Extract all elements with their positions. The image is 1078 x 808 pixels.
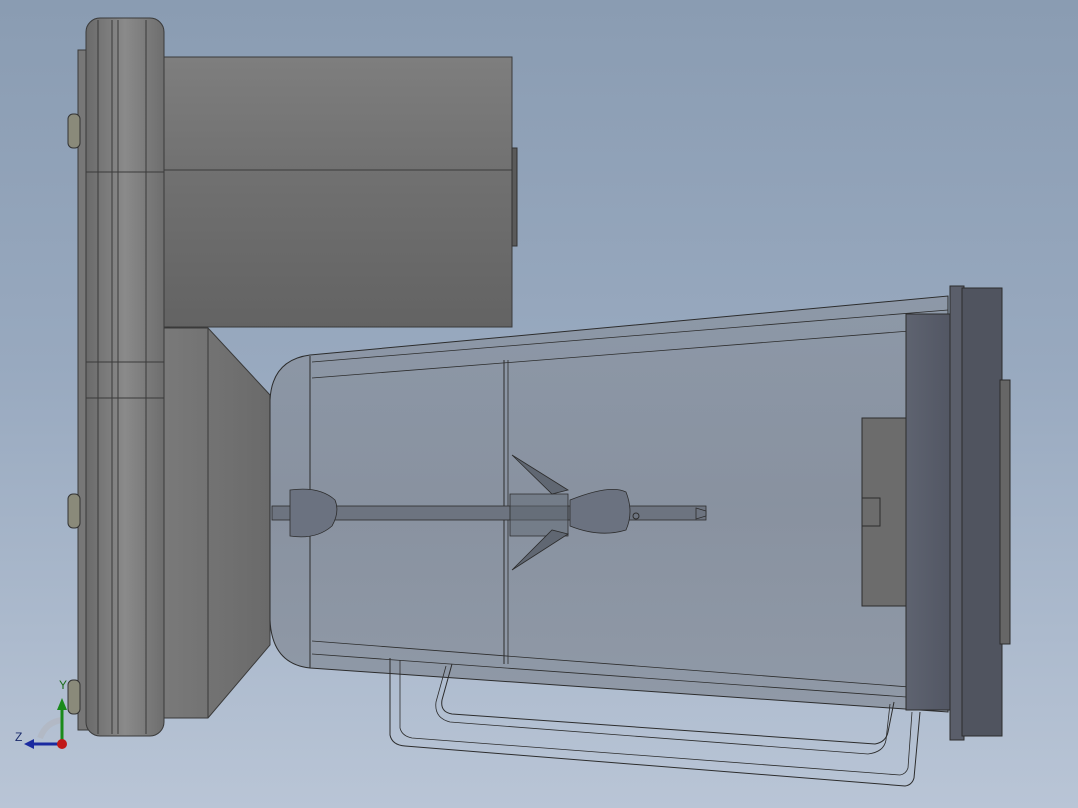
drive-cone xyxy=(159,327,271,719)
blender-model[interactable] xyxy=(0,0,1078,808)
motor-housing xyxy=(159,56,518,334)
view-orientation-triad: Y Z xyxy=(12,678,82,760)
3d-viewport[interactable]: Y Z xyxy=(0,0,1078,808)
mounting-flange xyxy=(67,17,165,737)
lid-insert xyxy=(861,417,909,607)
y-axis-label: Y xyxy=(59,678,68,692)
z-axis-label: Z xyxy=(15,730,23,744)
jar-lid[interactable] xyxy=(905,285,1011,741)
